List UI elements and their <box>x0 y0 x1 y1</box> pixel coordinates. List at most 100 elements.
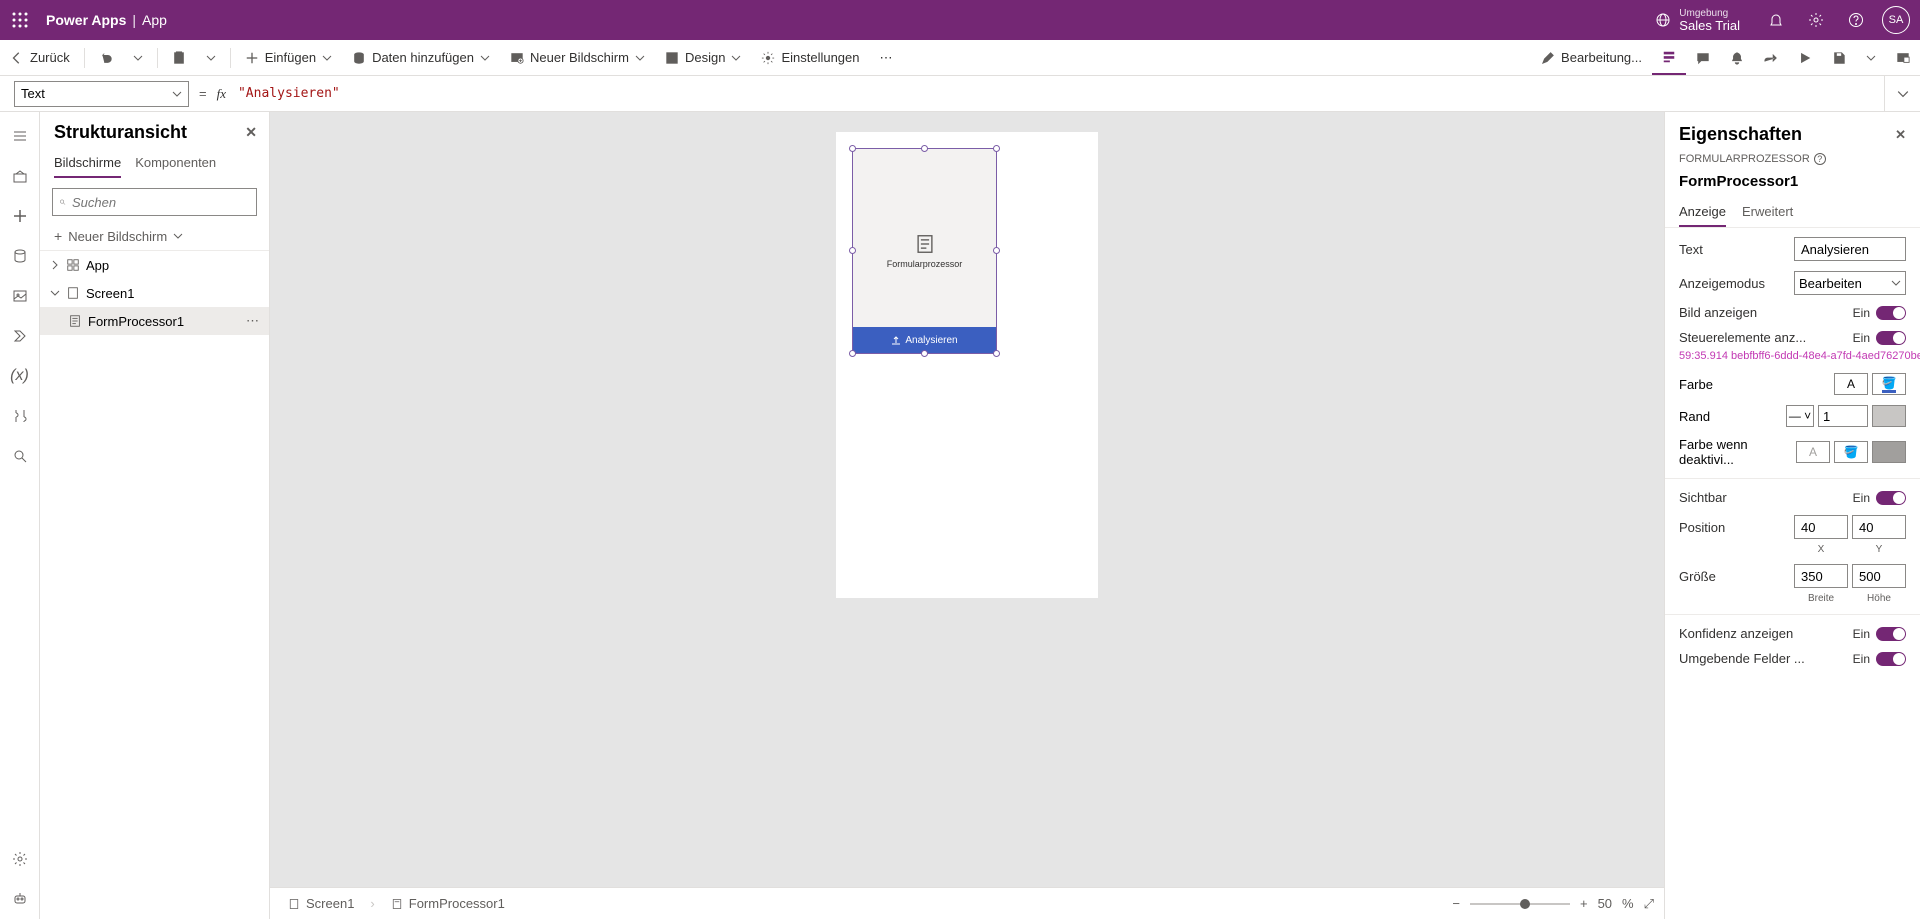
properties-pane-toggle[interactable] <box>1652 40 1686 75</box>
fill-color-button[interactable]: 🪣 <box>1872 373 1906 395</box>
resize-handle[interactable] <box>921 145 928 152</box>
property-dropdown-label: Text <box>21 86 45 101</box>
resize-handle[interactable] <box>849 247 856 254</box>
tree-new-screen-label: Neuer Bildschirm <box>68 229 167 244</box>
environment-picker[interactable]: Umgebung Sales Trial <box>1655 9 1740 32</box>
fit-to-window-button[interactable]: ⤢ <box>1644 896 1654 912</box>
resize-handle[interactable] <box>993 145 1000 152</box>
rail-tree-view[interactable] <box>0 156 40 196</box>
prop-bounding-toggle[interactable] <box>1876 652 1906 666</box>
rail-search[interactable] <box>0 436 40 476</box>
disabled-border-color-button[interactable] <box>1872 441 1906 463</box>
prop-mode-select[interactable]: Bearbeiten <box>1794 271 1906 295</box>
zoom-out-button[interactable]: − <box>1452 896 1460 911</box>
disabled-fill-color-button[interactable]: 🪣 <box>1834 441 1868 463</box>
rail-media[interactable] <box>0 276 40 316</box>
prop-show-controls-toggle[interactable] <box>1876 331 1906 345</box>
property-dropdown[interactable]: Text <box>14 81 189 107</box>
rail-variables[interactable]: (x) <box>0 356 40 396</box>
tree-fp1-label: FormProcessor1 <box>88 314 184 329</box>
resize-handle[interactable] <box>849 145 856 152</box>
height-input[interactable] <box>1852 564 1906 588</box>
rail-tools[interactable] <box>0 396 40 436</box>
properties-tab-display[interactable]: Anzeige <box>1679 198 1726 227</box>
app-name: App <box>142 12 167 28</box>
upload-icon <box>891 335 901 345</box>
selected-control-formprocessor[interactable]: Formularprozessor Analysieren <box>852 148 997 354</box>
add-data-label: Daten hinzufügen <box>372 50 474 65</box>
tree-item-screen1[interactable]: Screen1 <box>40 279 269 307</box>
share-button[interactable] <box>1754 40 1788 75</box>
rail-hamburger[interactable] <box>0 116 40 156</box>
paste-chevron[interactable] <box>196 40 226 75</box>
tree-search-box[interactable] <box>52 188 257 216</box>
paste-button[interactable] <box>162 40 196 75</box>
comments-button[interactable] <box>1686 40 1720 75</box>
control-name[interactable]: FormProcessor1 <box>1665 169 1920 198</box>
resize-handle[interactable] <box>993 247 1000 254</box>
undo-chevron[interactable] <box>123 40 153 75</box>
rail-power-automate[interactable] <box>0 316 40 356</box>
checker-button[interactable] <box>1720 40 1754 75</box>
y-sublabel: Y <box>1852 544 1906 555</box>
tree-new-screen-button[interactable]: + Neuer Bildschirm <box>40 222 269 250</box>
properties-tab-advanced[interactable]: Erweitert <box>1742 198 1793 227</box>
formula-input[interactable] <box>234 76 1884 111</box>
user-avatar[interactable]: SA <box>1882 6 1910 34</box>
resize-handle[interactable] <box>921 350 928 357</box>
rail-virtual-agent[interactable] <box>0 879 40 919</box>
tree-item-more-button[interactable]: ⋯ <box>246 313 269 329</box>
rail-settings[interactable] <box>0 839 40 879</box>
notifications-icon[interactable] <box>1756 0 1796 40</box>
zoom-value: 50 <box>1598 896 1612 911</box>
help-icon[interactable] <box>1836 0 1876 40</box>
breadcrumb-screen[interactable]: Screen1 <box>280 896 362 911</box>
border-style-button[interactable]: — ˅ <box>1786 405 1814 427</box>
zoom-in-button[interactable]: + <box>1580 896 1588 911</box>
tree-tab-components[interactable]: Komponenten <box>135 147 216 178</box>
tree-tab-screens[interactable]: Bildschirme <box>54 147 121 178</box>
resize-handle[interactable] <box>993 350 1000 357</box>
prop-confidence-toggle[interactable] <box>1876 627 1906 641</box>
border-color-button[interactable] <box>1872 405 1906 427</box>
toggle-text: Ein <box>1853 491 1870 505</box>
prop-text-input[interactable] <box>1794 237 1906 261</box>
add-data-button[interactable]: Daten hinzufügen <box>342 40 500 75</box>
settings-button[interactable]: Einstellungen <box>751 40 869 75</box>
position-x-input[interactable] <box>1794 515 1848 539</box>
editing-status-button[interactable]: Bearbeitung... <box>1531 40 1652 75</box>
insert-button[interactable]: Einfügen <box>235 40 342 75</box>
breadcrumb-control[interactable]: FormProcessor1 <box>383 896 513 911</box>
properties-title: Eigenschaften <box>1679 124 1802 145</box>
undo-button[interactable] <box>89 40 123 75</box>
formula-expand-button[interactable] <box>1884 76 1920 111</box>
tree-close-button[interactable]: ✕ <box>245 124 257 141</box>
design-button[interactable]: Design <box>655 40 751 75</box>
resize-handle[interactable] <box>849 350 856 357</box>
overflow-button[interactable]: ⋯ <box>870 40 903 75</box>
properties-close-button[interactable]: ✕ <box>1895 127 1906 143</box>
rail-data[interactable] <box>0 236 40 276</box>
font-color-button[interactable]: A <box>1834 373 1868 395</box>
save-chevron[interactable] <box>1856 40 1886 75</box>
disabled-font-color-button[interactable]: A <box>1796 441 1830 463</box>
info-icon[interactable]: ? <box>1814 153 1826 165</box>
border-width-input[interactable] <box>1818 405 1868 427</box>
position-y-input[interactable] <box>1852 515 1906 539</box>
settings-icon[interactable] <box>1796 0 1836 40</box>
back-button[interactable]: Zurück <box>0 40 80 75</box>
rail-insert[interactable] <box>0 196 40 236</box>
tree-item-formprocessor1[interactable]: FormProcessor1 ⋯ <box>40 307 269 335</box>
new-screen-button[interactable]: Neuer Bildschirm <box>500 40 655 75</box>
tree-search-input[interactable] <box>72 195 250 210</box>
zoom-slider[interactable] <box>1470 903 1570 905</box>
publish-button[interactable] <box>1886 40 1920 75</box>
prop-visible-toggle[interactable] <box>1876 491 1906 505</box>
width-input[interactable] <box>1794 564 1848 588</box>
tree-item-app[interactable]: App <box>40 251 269 279</box>
canvas-screen[interactable]: Formularprozessor Analysieren <box>836 132 1098 598</box>
prop-show-image-toggle[interactable] <box>1876 306 1906 320</box>
save-button[interactable] <box>1822 40 1856 75</box>
preview-button[interactable] <box>1788 40 1822 75</box>
app-launcher[interactable] <box>0 0 40 40</box>
